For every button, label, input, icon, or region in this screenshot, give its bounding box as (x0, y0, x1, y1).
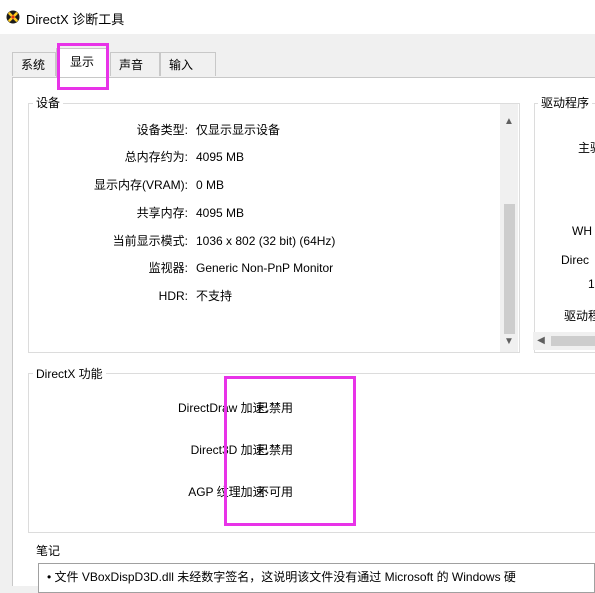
device-type-label: 设备类型: (136, 123, 188, 137)
tab-system-label: 系统 (21, 58, 46, 72)
total-memory-label: 总内存约为: (124, 150, 188, 164)
tab-input[interactable]: 输入 (160, 52, 216, 76)
display-mode-label: 当前显示模式: (112, 234, 188, 248)
device-group-border (28, 103, 520, 353)
tab-sound[interactable]: 声音 (110, 52, 160, 76)
hdr-label: HDR: (158, 289, 188, 303)
monitor-value: Generic Non-PnP Monitor (196, 261, 334, 275)
total-memory-value: 4095 MB (196, 150, 245, 164)
driver-horizontal-scrollbar[interactable]: ◀ (533, 332, 595, 350)
device-type-value: 仅显示显示设备 (196, 123, 281, 137)
features-group-title: DirectX 功能 (33, 365, 106, 382)
notes-line: • 文件 VBoxDispD3D.dll 未经数字签名，这说明该文件没有通过 M… (47, 570, 516, 584)
tab-input-label: 输入 (169, 58, 194, 72)
device-group-title: 设备 (33, 94, 64, 111)
tab-sound-label: 声音 (119, 58, 144, 72)
tab-highlight-box (57, 43, 109, 90)
shared-memory-label: 共享内存: (136, 206, 188, 220)
display-mode-value: 1036 x 802 (32 bit) (64Hz) (196, 234, 336, 248)
directx-app-icon (6, 10, 20, 24)
driver-group-title: 驱动程序 (538, 94, 593, 111)
features-highlight-box (224, 376, 356, 526)
scroll-down-icon[interactable]: ▼ (500, 334, 518, 350)
driver-direct-label: Direc (561, 253, 590, 267)
scroll-up-icon[interactable]: ▲ (500, 114, 518, 130)
driver-partial-label: 1 (588, 277, 595, 291)
driver-whql-label: WH (572, 224, 592, 238)
scroll-left-icon[interactable]: ◀ (533, 333, 549, 349)
tab-system[interactable]: 系统 (12, 52, 56, 76)
notes-group-title: 笔记 (33, 542, 64, 559)
vram-value: 0 MB (196, 178, 225, 192)
window-title: DirectX 诊断工具 (26, 12, 125, 27)
shared-memory-value: 4095 MB (196, 206, 245, 220)
monitor-label: 监视器: (148, 261, 188, 275)
device-vertical-scrollbar[interactable]: ▲ ▼ (500, 104, 518, 352)
title-bar: DirectX 诊断工具 (0, 0, 595, 34)
device-scroll-thumb[interactable] (504, 204, 515, 334)
vram-label: 显示内存(VRAM): (94, 178, 188, 192)
notes-text-box[interactable]: • 文件 VBoxDispD3D.dll 未经数字签名，这说明该文件没有通过 M… (38, 563, 595, 593)
driver-main-label: 主驱 (578, 141, 595, 155)
hdr-value: 不支持 (196, 289, 233, 303)
driver-model-label: 驱动程 (564, 309, 595, 323)
driver-scroll-thumb[interactable] (551, 336, 595, 346)
